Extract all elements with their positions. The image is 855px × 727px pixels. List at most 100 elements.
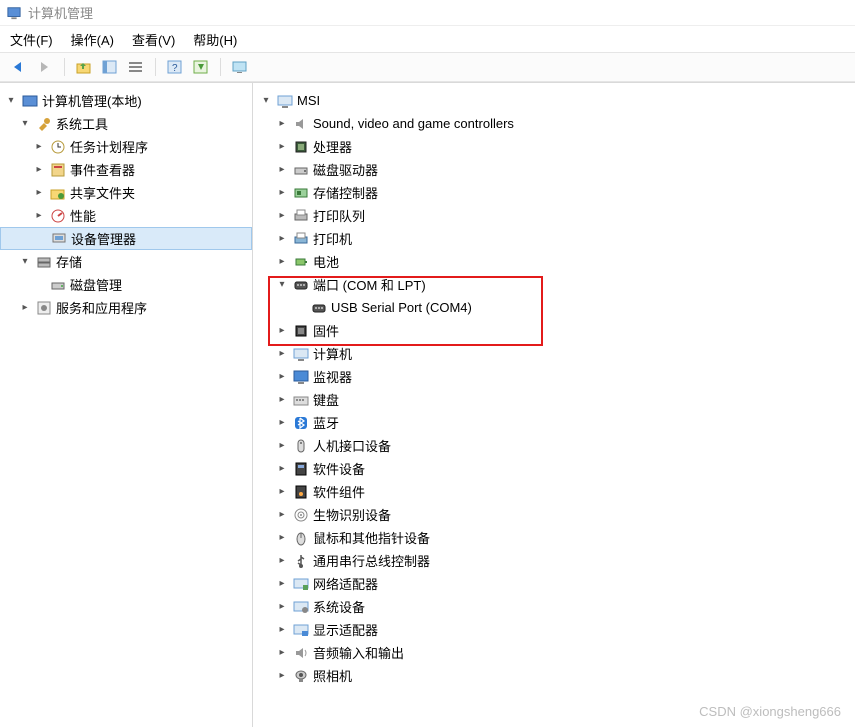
chevron-right-icon[interactable]: ▸ [275, 600, 289, 614]
menu-file[interactable]: 文件(F) [10, 30, 53, 49]
device-node-23[interactable]: ▸ 照相机 [253, 664, 855, 687]
chevron-right-icon[interactable]: ▸ [32, 209, 46, 223]
chevron-right-icon[interactable]: ▸ [275, 439, 289, 453]
chevron-right-icon[interactable]: ▸ [275, 646, 289, 660]
device-node-16[interactable]: ▸ 生物识别设备 [253, 503, 855, 526]
menu-action[interactable]: 操作(A) [71, 30, 114, 49]
chevron-right-icon[interactable]: ▸ [275, 370, 289, 384]
chevron-right-icon[interactable]: ▸ [275, 140, 289, 154]
device-node-9[interactable]: ▸ 计算机 [253, 342, 855, 365]
chevron-right-icon[interactable]: ▸ [275, 393, 289, 407]
device-label: 电池 [313, 252, 849, 271]
tree-node-root[interactable]: ▾ 计算机管理(本地) [0, 89, 252, 112]
chevron-right-icon[interactable]: ▸ [275, 347, 289, 361]
device-label: 计算机 [313, 344, 849, 363]
chevron-right-icon[interactable]: ▸ [275, 669, 289, 683]
chevron-right-icon[interactable]: ▸ [32, 186, 46, 200]
chevron-right-icon[interactable]: ▸ [275, 209, 289, 223]
tree-node-task-scheduler[interactable]: ▸ 任务计划程序 [0, 135, 252, 158]
bluetooth-icon [293, 415, 309, 431]
chevron-right-icon[interactable]: ▸ [275, 577, 289, 591]
device-node-0[interactable]: ▸ Sound, video and game controllers [253, 112, 855, 135]
chevron-down-icon[interactable]: ▾ [259, 94, 273, 108]
app-icon [6, 5, 22, 21]
chevron-right-icon[interactable]: ▸ [18, 301, 32, 315]
chevron-down-icon[interactable]: ▾ [18, 255, 32, 269]
device-node-18[interactable]: ▸ 通用串行总线控制器 [253, 549, 855, 572]
forward-button[interactable] [34, 56, 56, 78]
device-node-4[interactable]: ▸ 打印队列 [253, 204, 855, 227]
monitor-button[interactable] [229, 56, 251, 78]
chevron-right-icon[interactable]: ▸ [275, 416, 289, 430]
list-button[interactable] [125, 56, 147, 78]
device-node-7[interactable]: ▾ 端口 (COM 和 LPT) [253, 273, 855, 296]
chevron-right-icon[interactable]: ▸ [275, 324, 289, 338]
device-node-11[interactable]: ▸ 键盘 [253, 388, 855, 411]
chevron-right-icon[interactable]: ▸ [275, 163, 289, 177]
device-node-14[interactable]: ▸ 软件设备 [253, 457, 855, 480]
device-node-22[interactable]: ▸ 音频输入和输出 [253, 641, 855, 664]
device-node-6[interactable]: ▸ 电池 [253, 250, 855, 273]
device-node-7-0[interactable]: USB Serial Port (COM4) [253, 296, 855, 319]
device-node-8[interactable]: ▸ 固件 [253, 319, 855, 342]
tree-node-performance[interactable]: ▸ 性能 [0, 204, 252, 227]
menu-view[interactable]: 查看(V) [132, 30, 175, 49]
device-node-13[interactable]: ▸ 人机接口设备 [253, 434, 855, 457]
device-label: 显示适配器 [313, 620, 849, 639]
menu-bar: 文件(F) 操作(A) 查看(V) 帮助(H) [0, 26, 855, 52]
camera-icon [293, 668, 309, 684]
device-node-20[interactable]: ▸ 系统设备 [253, 595, 855, 618]
device-label: 端口 (COM 和 LPT) [313, 275, 849, 294]
tree-node-services-apps[interactable]: ▸ 服务和应用程序 [0, 296, 252, 319]
device-label: 固件 [313, 321, 849, 340]
device-node-2[interactable]: ▸ 磁盘驱动器 [253, 158, 855, 181]
device-label: 人机接口设备 [313, 436, 849, 455]
chevron-down-icon[interactable]: ▾ [275, 278, 289, 292]
chevron-right-icon[interactable]: ▸ [275, 531, 289, 545]
device-label: 打印机 [313, 229, 849, 248]
software-component-icon [293, 484, 309, 500]
device-node-17[interactable]: ▸ 鼠标和其他指针设备 [253, 526, 855, 549]
chevron-right-icon[interactable]: ▸ [275, 232, 289, 246]
back-button[interactable] [8, 56, 30, 78]
chevron-right-icon[interactable]: ▸ [275, 508, 289, 522]
tree-node-disk-management[interactable]: ▸ 磁盘管理 [0, 273, 252, 296]
up-folder-button[interactable] [73, 56, 95, 78]
chevron-right-icon[interactable]: ▸ [275, 462, 289, 476]
tree-node-device-manager[interactable]: ▸ 设备管理器 [0, 227, 252, 250]
device-manager-icon [51, 231, 67, 247]
device-node-10[interactable]: ▸ 监视器 [253, 365, 855, 388]
tree-node-shared-folders[interactable]: ▸ 共享文件夹 [0, 181, 252, 204]
device-node-19[interactable]: ▸ 网络适配器 [253, 572, 855, 595]
help-button[interactable]: ? [164, 56, 186, 78]
device-node-21[interactable]: ▸ 显示适配器 [253, 618, 855, 641]
device-node-15[interactable]: ▸ 软件组件 [253, 480, 855, 503]
chevron-down-icon[interactable]: ▾ [4, 94, 18, 108]
show-hide-tree-button[interactable] [99, 56, 121, 78]
chevron-right-icon[interactable]: ▸ [275, 117, 289, 131]
chevron-right-icon[interactable]: ▸ [275, 623, 289, 637]
device-node-5[interactable]: ▸ 打印机 [253, 227, 855, 250]
tree-label: 系统工具 [56, 114, 246, 133]
properties-button[interactable] [190, 56, 212, 78]
device-label: 生物识别设备 [313, 505, 849, 524]
chevron-right-icon[interactable]: ▸ [275, 255, 289, 269]
tree-node-storage[interactable]: ▾ 存储 [0, 250, 252, 273]
chevron-right-icon[interactable]: ▸ [275, 554, 289, 568]
menu-help[interactable]: 帮助(H) [193, 30, 237, 49]
chevron-right-icon[interactable]: ▸ [275, 485, 289, 499]
battery-icon [293, 254, 309, 270]
device-root[interactable]: ▾ MSI [253, 89, 855, 112]
device-node-12[interactable]: ▸ 蓝牙 [253, 411, 855, 434]
device-node-3[interactable]: ▸ 存储控制器 [253, 181, 855, 204]
chevron-right-icon[interactable]: ▸ [275, 186, 289, 200]
tree-node-event-viewer[interactable]: ▸ 事件查看器 [0, 158, 252, 181]
tree-node-system-tools[interactable]: ▾ 系统工具 [0, 112, 252, 135]
device-label: 监视器 [313, 367, 849, 386]
chevron-right-icon[interactable]: ▸ [32, 163, 46, 177]
system-device-icon [293, 599, 309, 615]
device-node-1[interactable]: ▸ 处理器 [253, 135, 855, 158]
tree-label: 性能 [70, 206, 246, 225]
chevron-down-icon[interactable]: ▾ [18, 117, 32, 131]
chevron-right-icon[interactable]: ▸ [32, 140, 46, 154]
